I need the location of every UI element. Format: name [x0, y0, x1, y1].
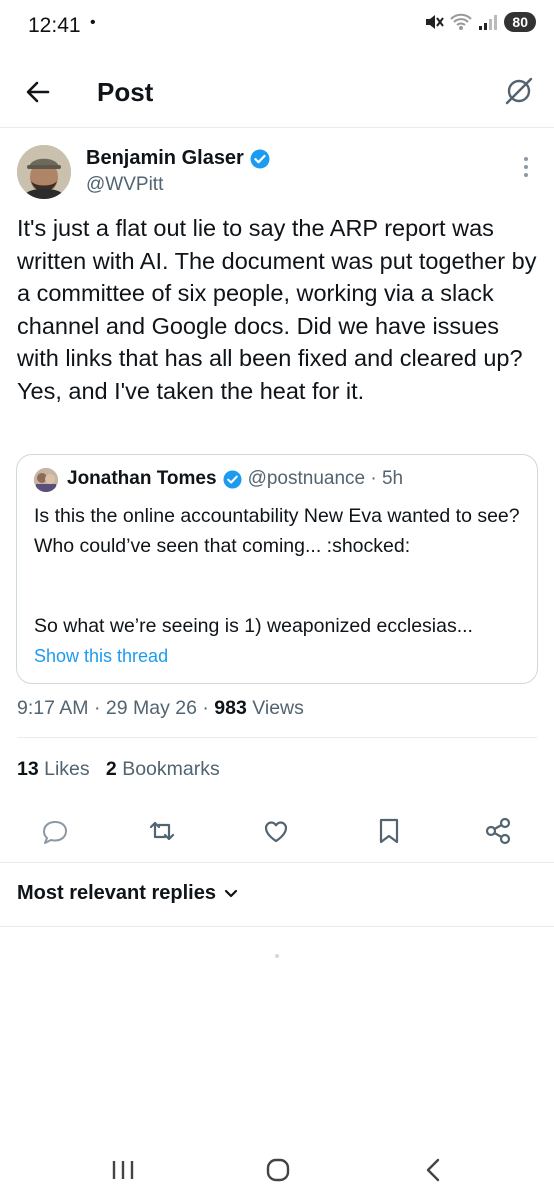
reply-icon [43, 821, 67, 844]
recent-apps-button[interactable] [103, 1152, 143, 1188]
verified-badge-icon [223, 469, 242, 489]
reply-button[interactable] [38, 814, 72, 848]
chevron-left-icon [426, 1158, 440, 1182]
home-icon [266, 1158, 290, 1182]
repost-button[interactable] [145, 814, 179, 848]
replies-sort-dropdown[interactable]: Most relevant replies [17, 882, 238, 905]
quote-text: Is this the online accountability New Ev… [34, 505, 520, 557]
post-timestamp: 9:17 AM · 29 May 26 · [17, 697, 215, 719]
post-stats: 13 Likes 2 Bookmarks [17, 758, 220, 781]
recent-apps-icon [112, 1161, 134, 1179]
author-name[interactable]: Benjamin Glaser [86, 147, 244, 170]
loading-indicator [275, 954, 279, 958]
actions-divider [0, 862, 554, 863]
quote-avatar-image [34, 468, 58, 492]
signal-icon [479, 15, 498, 30]
wifi-icon [450, 13, 473, 30]
grok-icon [505, 77, 533, 105]
quote-handle-time: @postnuance · 5h [247, 468, 404, 489]
system-back-button[interactable] [413, 1152, 453, 1188]
arrow-left-icon [26, 81, 50, 103]
quote-text-continued: So what we’re seeing is 1) weaponized ec… [34, 615, 473, 637]
header-divider [0, 127, 554, 128]
views-count: 983 [214, 697, 247, 719]
status-time: 12:41 [28, 14, 81, 37]
show-thread-link[interactable]: Show this thread [34, 646, 168, 667]
more-options-button[interactable] [516, 156, 536, 178]
page-title: Post [97, 77, 154, 107]
post-body: It's just a flat out lie to say the ARP … [17, 215, 537, 404]
grok-button[interactable] [502, 74, 536, 108]
bookmarks-stat[interactable]: 2 Bookmarks [106, 758, 220, 780]
home-button[interactable] [258, 1152, 298, 1188]
like-icon [264, 821, 288, 843]
post-timestamp-views: 9:17 AM · 29 May 26 · 983 Views [17, 697, 304, 720]
author-avatar[interactable] [17, 145, 71, 199]
views-label: Views [246, 697, 304, 719]
author-handle[interactable]: @WVPitt [86, 174, 163, 196]
likes-stat[interactable]: 13 Likes [17, 758, 90, 780]
status-icons: 80 [424, 12, 536, 32]
bookmarks-count: 2 [105, 758, 117, 780]
share-button[interactable] [481, 814, 515, 848]
more-vertical-icon [524, 157, 528, 177]
author-name-row[interactable]: Benjamin Glaser [86, 147, 270, 170]
meta-divider [17, 737, 537, 738]
likes-label: Likes [38, 758, 90, 780]
quote-header: Jonathan Tomes @postnuance · 5h [67, 468, 403, 490]
quote-author-avatar [34, 468, 58, 492]
replies-divider [0, 926, 554, 927]
replies-sort-label: Most relevant replies [17, 882, 216, 904]
like-button[interactable] [259, 814, 293, 848]
repost-icon [149, 821, 175, 841]
mute-icon [426, 15, 445, 29]
chevron-down-icon [224, 889, 238, 897]
back-button[interactable] [22, 76, 54, 108]
avatar-image [17, 145, 71, 199]
likes-count: 13 [17, 758, 39, 780]
battery-indicator: 80 [504, 12, 536, 32]
share-icon [485, 817, 511, 845]
bookmark-button[interactable] [372, 814, 406, 848]
quote-author-name: Jonathan Tomes [67, 468, 217, 489]
bookmarks-label: Bookmarks [116, 758, 220, 780]
bookmark-icon [379, 818, 399, 844]
quoted-post-card[interactable]: Jonathan Tomes @postnuance · 5h Is this … [16, 454, 538, 684]
verified-badge-icon [250, 149, 270, 168]
notification-dot: • [90, 14, 96, 31]
